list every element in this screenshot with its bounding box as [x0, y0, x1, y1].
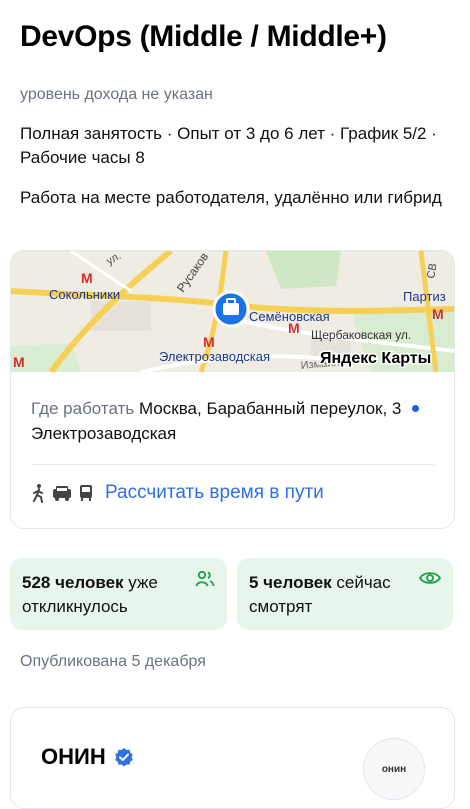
yandex-maps-logo: Яндекс Карты Яндекс Карты — [319, 349, 433, 369]
svg-text:Яндекс Карты: Яндекс Карты — [320, 350, 431, 367]
work-format: Работа на месте работодателя, удалённо и… — [20, 188, 442, 207]
address-card: ул. Русаков СВ Сокольники Семёновская Ще… — [10, 250, 455, 529]
eye-icon — [419, 572, 441, 584]
svg-text:M: M — [203, 334, 215, 350]
svg-text:M: M — [81, 270, 93, 286]
address-label: Где работать — [31, 399, 135, 418]
published-date: Опубликована 5 декабря — [20, 653, 206, 670]
metro-icon: M — [288, 320, 300, 336]
employment-details: Полная занятость · Опыт от 3 до 6 лет · … — [20, 124, 437, 167]
svg-text:M: M — [13, 354, 25, 370]
map-preview[interactable]: ул. Русаков СВ Сокольники Семёновская Ще… — [11, 251, 454, 372]
viewing-count: 5 человек — [249, 573, 332, 592]
bus-icon — [80, 485, 92, 501]
map-label-sokolniki: Сокольники — [49, 287, 120, 302]
page-title: DevOps (Middle / Middle+) — [20, 20, 387, 53]
employer-name[interactable]: ОНИН — [41, 744, 106, 770]
map-label-partizanskaya: Партиз — [403, 289, 446, 304]
map-graphic: ул. Русаков СВ Сокольники Семёновская Ще… — [11, 251, 454, 372]
divider — [31, 464, 434, 465]
route-calculator[interactable]: Рассчитать время в пути — [31, 482, 324, 504]
svg-text:M: M — [432, 306, 444, 322]
employer-card[interactable]: ОНИН онин — [10, 707, 455, 809]
metro-icon: M — [81, 270, 93, 286]
verified-badge-icon — [114, 748, 133, 767]
responded-stat: 528 человек уже откликнулось — [10, 558, 227, 630]
svg-text:M: M — [288, 320, 300, 336]
location-pin-icon — [212, 290, 250, 328]
people-icon — [195, 570, 215, 587]
metro-station: Электрозаводская — [31, 424, 177, 443]
calculate-route-link[interactable]: Рассчитать время в пути — [105, 482, 324, 504]
address-value: Москва, Барабанный переулок, 3 — [138, 399, 402, 418]
viewing-stat: 5 человек сейчас смотрят — [237, 558, 453, 630]
income-level: уровень дохода не указан — [20, 86, 213, 103]
map-label-shcherbakovskaya: Щербаковская ул. — [311, 328, 411, 342]
metro-icon: M — [203, 334, 215, 350]
metro-icon: M — [432, 306, 444, 322]
car-icon — [53, 486, 71, 501]
walk-icon — [33, 484, 43, 503]
map-label-elektrozavodskaya: Электрозаводская — [159, 349, 270, 364]
responded-count: 528 человек — [22, 573, 124, 592]
work-address: Где работать Москва, Барабанный переулок… — [31, 396, 431, 446]
metro-icon: M — [13, 354, 25, 370]
metro-line-dot — [412, 405, 420, 413]
employer-logo[interactable]: онин — [363, 738, 425, 800]
